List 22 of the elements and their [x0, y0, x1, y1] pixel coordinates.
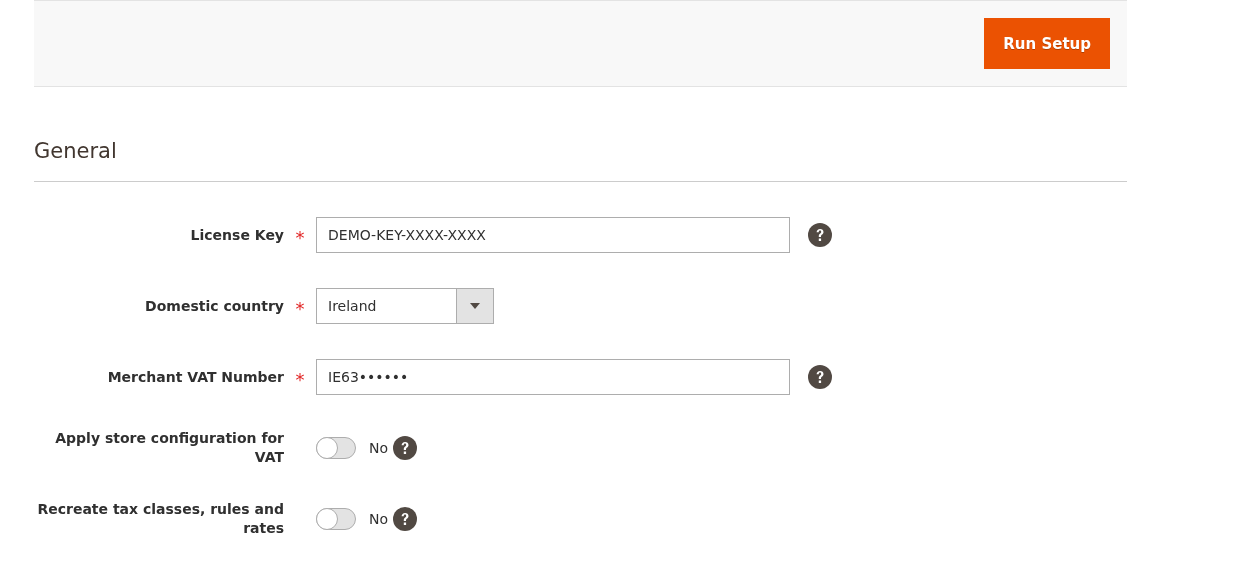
- required-mark: *: [295, 297, 305, 319]
- field-label: Merchant VAT Number: [107, 368, 284, 387]
- required-mark: *: [295, 226, 305, 248]
- toggle-value: No: [369, 511, 389, 527]
- required-mark: *: [295, 368, 305, 390]
- help-icon[interactable]: [808, 223, 832, 247]
- section-title: General: [34, 139, 118, 163]
- run-setup-button[interactable]: Run Setup: [984, 18, 1110, 69]
- field-label: Apply store configuration for VAT: [54, 429, 284, 467]
- help-icon[interactable]: [393, 436, 418, 460]
- toggle-switch[interactable]: [316, 437, 356, 459]
- field-label: Domestic country: [145, 297, 284, 316]
- toggle-value: No: [369, 440, 389, 456]
- help-icon[interactable]: [808, 365, 832, 389]
- text-input[interactable]: IE63••••••: [316, 359, 790, 395]
- help-icon[interactable]: [393, 507, 418, 531]
- select-dropdown[interactable]: Ireland: [316, 288, 494, 324]
- caret-icon: [470, 303, 480, 309]
- toggle-switch[interactable]: [316, 508, 356, 530]
- field-label: Recreate tax classes, rules and rates: [36, 500, 284, 538]
- field-label: License Key: [190, 226, 284, 245]
- text-input[interactable]: DEMO-KEY-XXXX-XXXX: [316, 217, 790, 253]
